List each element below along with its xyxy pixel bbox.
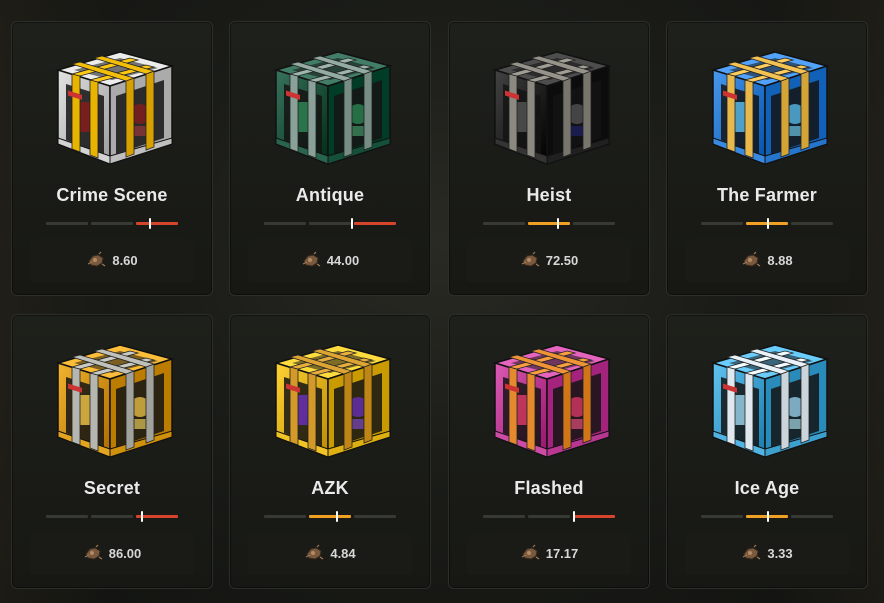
rarity-segment	[264, 515, 306, 518]
case-image	[695, 40, 841, 175]
rarity-segment	[528, 222, 570, 225]
case-image	[477, 40, 623, 175]
price-value: 72.50	[545, 252, 579, 268]
rarity-bar	[701, 218, 833, 229]
rarity-bar	[483, 218, 615, 229]
price-value: 8.60	[112, 252, 138, 268]
price-value: 3.33	[767, 545, 793, 561]
case-name: Heist	[526, 185, 572, 205]
rarity-segment	[46, 222, 88, 225]
price-box: 8.60	[30, 238, 194, 282]
rarity-segment	[354, 222, 396, 225]
case-grid: Crime Scene 8.60 Antique 44.00 Heist 72.…	[0, 0, 884, 603]
scrap-coin-icon	[86, 251, 106, 269]
price-value: 17.17	[545, 545, 579, 561]
price-box: 3.33	[685, 531, 849, 575]
rarity-segment	[528, 515, 570, 518]
price-value: 86.00	[108, 545, 142, 561]
rarity-segment	[483, 222, 525, 225]
price-box: 17.17	[467, 531, 631, 575]
price-value: 44.00	[326, 252, 360, 268]
rarity-segment	[136, 222, 178, 225]
rarity-bar	[46, 511, 178, 522]
price-box: 4.84	[248, 531, 412, 575]
case-image	[40, 40, 186, 175]
rarity-segment	[573, 222, 615, 225]
scrap-coin-icon	[304, 544, 324, 562]
rarity-bar	[264, 511, 396, 522]
rarity-segment	[483, 515, 525, 518]
rarity-segment	[791, 222, 833, 225]
rarity-segment	[91, 515, 133, 518]
case-card-secret[interactable]: Secret 86.00	[11, 314, 213, 589]
scrap-coin-icon	[301, 251, 321, 269]
case-image	[258, 333, 404, 468]
case-card-crime-scene[interactable]: Crime Scene 8.60	[11, 21, 213, 296]
scrap-coin-icon	[83, 544, 103, 562]
case-card-the-farmer[interactable]: The Farmer 8.88	[666, 21, 868, 296]
rarity-segment	[354, 515, 396, 518]
rarity-segment	[701, 222, 743, 225]
rarity-segment	[264, 222, 306, 225]
case-image	[40, 333, 186, 468]
rarity-marker	[767, 511, 770, 522]
case-card-antique[interactable]: Antique 44.00	[229, 21, 431, 296]
rarity-marker	[573, 511, 576, 522]
rarity-segment	[791, 515, 833, 518]
price-box: 86.00	[30, 531, 194, 575]
rarity-marker	[335, 511, 338, 522]
price-value: 8.88	[767, 252, 793, 268]
scrap-coin-icon	[520, 251, 540, 269]
rarity-bar	[701, 511, 833, 522]
rarity-bar	[483, 511, 615, 522]
rarity-marker	[767, 218, 770, 229]
case-name: Crime Scene	[56, 185, 168, 205]
rarity-segment	[46, 515, 88, 518]
case-name: Ice Age	[734, 478, 800, 498]
price-box: 44.00	[248, 238, 412, 282]
case-name: Secret	[83, 478, 141, 498]
case-name: AZK	[311, 478, 349, 498]
price-box: 72.50	[467, 238, 631, 282]
rarity-segment	[701, 515, 743, 518]
rarity-marker	[149, 218, 152, 229]
case-name: The Farmer	[716, 185, 818, 205]
rarity-segment	[91, 222, 133, 225]
scrap-coin-icon	[741, 251, 761, 269]
rarity-segment	[309, 222, 351, 225]
rarity-bar	[264, 218, 396, 229]
price-box: 8.88	[685, 238, 849, 282]
case-name: Flashed	[514, 478, 584, 498]
rarity-bar	[46, 218, 178, 229]
rarity-segment	[309, 515, 351, 518]
case-card-heist[interactable]: Heist 72.50	[448, 21, 650, 296]
case-image	[477, 333, 623, 468]
scrap-coin-icon	[741, 544, 761, 562]
case-image	[258, 40, 404, 175]
scrap-coin-icon	[520, 544, 540, 562]
rarity-segment	[573, 515, 615, 518]
case-card-azk[interactable]: AZK 4.84	[229, 314, 431, 589]
case-card-flashed[interactable]: Flashed 17.17	[448, 314, 650, 589]
price-value: 4.84	[330, 545, 356, 561]
rarity-marker	[557, 218, 560, 229]
case-image	[695, 333, 841, 468]
case-name: Antique	[295, 185, 365, 205]
case-card-ice-age[interactable]: Ice Age 3.33	[666, 314, 868, 589]
